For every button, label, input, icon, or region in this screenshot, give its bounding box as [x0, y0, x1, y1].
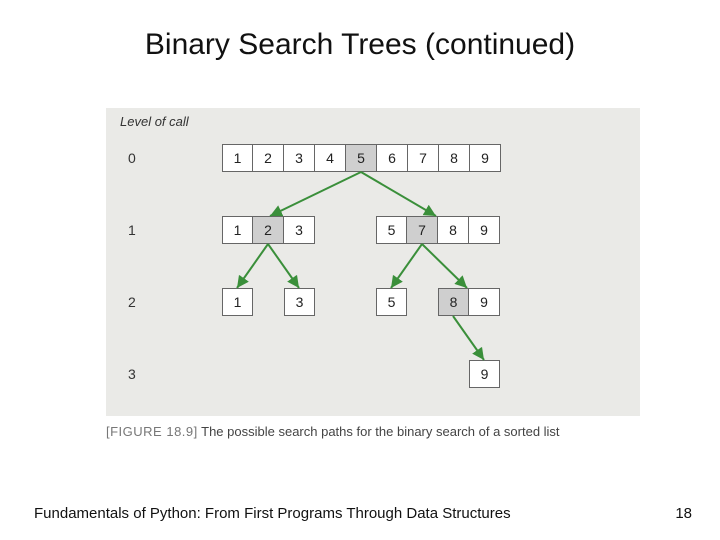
- cell-mid: 8: [438, 288, 469, 316]
- cell-group: 1: [222, 288, 253, 316]
- row-label: 2: [128, 294, 136, 310]
- cell: 9: [469, 360, 500, 388]
- cell: 8: [439, 144, 470, 172]
- cell-mid: 7: [407, 216, 438, 244]
- figure-label: [FIGURE 18.9]: [106, 424, 198, 439]
- cell: 1: [222, 144, 253, 172]
- cell-mid: 2: [253, 216, 284, 244]
- slide: Binary Search Trees (continued) Level of…: [0, 0, 720, 540]
- cell: 3: [284, 288, 315, 316]
- cell: 7: [408, 144, 439, 172]
- slide-title: Binary Search Trees (continued): [0, 28, 720, 62]
- cell: 9: [469, 288, 500, 316]
- footer-text: Fundamentals of Python: From First Progr…: [34, 505, 511, 522]
- cell: 4: [315, 144, 346, 172]
- cell-group: 1 2 3: [222, 216, 315, 244]
- cell: 9: [470, 144, 501, 172]
- cell-group: 8 9: [438, 288, 500, 316]
- page-number: 18: [675, 505, 692, 522]
- figure-caption-text: The possible search paths for the binary…: [201, 424, 559, 439]
- cell: 3: [284, 144, 315, 172]
- cell: 5: [376, 288, 407, 316]
- cell: 5: [376, 216, 407, 244]
- row-label: 3: [128, 366, 136, 382]
- cell-group: 9: [469, 360, 500, 388]
- cell-mid: 5: [346, 144, 377, 172]
- cell: 1: [222, 216, 253, 244]
- level-label: Level of call: [120, 114, 189, 129]
- cell-group: 5: [376, 288, 407, 316]
- figure-caption: [FIGURE 18.9] The possible search paths …: [106, 424, 560, 439]
- cell-group: 5 7 8 9: [376, 216, 500, 244]
- cell: 8: [438, 216, 469, 244]
- cell: 3: [284, 216, 315, 244]
- cell-group: 3: [284, 288, 315, 316]
- cell: 2: [253, 144, 284, 172]
- cell-group: 1 2 3 4 5 6 7 8 9: [222, 144, 501, 172]
- figure-box: Level of call 0 1 2 3 4 5 6 7 8 9 1 1 2 …: [106, 108, 640, 416]
- row-label: 1: [128, 222, 136, 238]
- cell: 9: [469, 216, 500, 244]
- row-label: 0: [128, 150, 136, 166]
- cell: 1: [222, 288, 253, 316]
- cell: 6: [377, 144, 408, 172]
